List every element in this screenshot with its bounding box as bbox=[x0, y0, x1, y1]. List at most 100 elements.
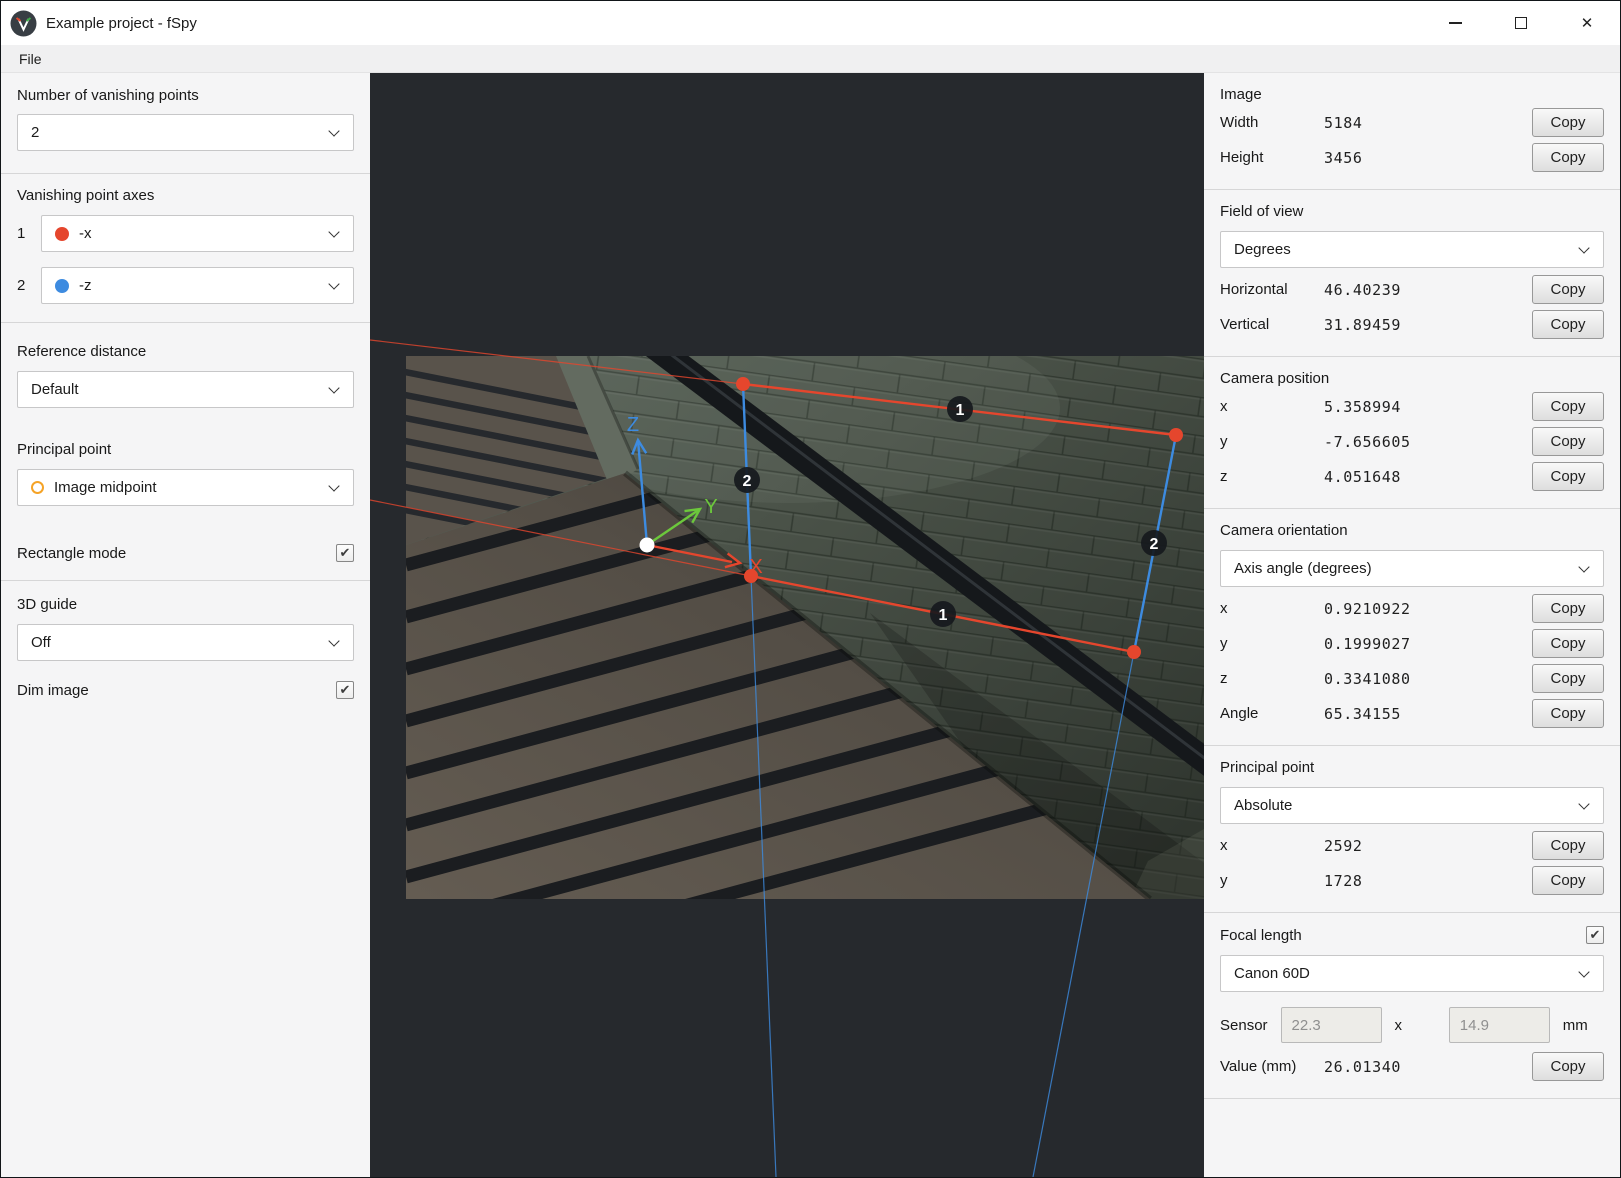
camera-orientation-title: Camera orientation bbox=[1220, 522, 1348, 539]
focal-value-label: Value (mm) bbox=[1220, 1058, 1297, 1075]
copy-position-x-button[interactable]: Copy bbox=[1532, 392, 1604, 421]
focal-length-checkbox[interactable]: ✔ bbox=[1586, 926, 1604, 944]
copy-orientation-x-button[interactable]: Copy bbox=[1532, 594, 1604, 623]
z-label: z bbox=[1220, 468, 1228, 485]
vanishing-points-select[interactable]: 2 bbox=[17, 114, 354, 151]
vp2-badge-right[interactable]: 2 bbox=[1141, 530, 1167, 556]
chevron-down-icon bbox=[1578, 966, 1590, 978]
principal-point-ring-icon bbox=[31, 481, 44, 494]
maximize-button[interactable] bbox=[1488, 1, 1554, 45]
origin-handle[interactable] bbox=[639, 537, 655, 553]
copy-orientation-z-button[interactable]: Copy bbox=[1532, 664, 1604, 693]
control-point-top-left[interactable] bbox=[736, 377, 750, 391]
horizontal-label: Horizontal bbox=[1220, 281, 1288, 298]
image-height-row: Height 3456 Copy bbox=[1204, 140, 1620, 175]
sensor-separator: x bbox=[1394, 1016, 1403, 1034]
minimize-button[interactable] bbox=[1422, 1, 1488, 45]
principal-point-y-row: y 1728 Copy bbox=[1204, 863, 1620, 898]
svg-text:2: 2 bbox=[1150, 536, 1159, 553]
close-button[interactable]: ✕ bbox=[1554, 1, 1620, 45]
3d-guide-value: Off bbox=[31, 634, 51, 651]
height-value: 3456 bbox=[1324, 148, 1363, 167]
width-value: 5184 bbox=[1324, 113, 1363, 132]
copy-horizontal-button[interactable]: Copy bbox=[1532, 275, 1604, 304]
principal-point-select[interactable]: Image midpoint bbox=[17, 469, 354, 506]
orientation-mode-select[interactable]: Axis angle (degrees) bbox=[1220, 550, 1604, 587]
control-point-top-right[interactable] bbox=[1169, 428, 1183, 442]
vanishing-points-label: Number of vanishing points bbox=[17, 87, 199, 104]
horizontal-value: 46.40239 bbox=[1324, 280, 1402, 299]
svg-text:1: 1 bbox=[956, 402, 965, 419]
check-icon: ✔ bbox=[339, 682, 351, 697]
fov-unit-value: Degrees bbox=[1234, 241, 1291, 258]
principal-point-mode-select[interactable]: Absolute bbox=[1220, 787, 1604, 824]
axis-index: 1 bbox=[17, 225, 26, 242]
copy-height-button[interactable]: Copy bbox=[1532, 143, 1604, 172]
copy-width-button[interactable]: Copy bbox=[1532, 108, 1604, 137]
control-point-bottom-left[interactable] bbox=[744, 569, 758, 583]
field-of-view-section: Field of view Degrees Horizontal 46.4023… bbox=[1204, 189, 1620, 356]
3d-guide-select[interactable]: Off bbox=[17, 624, 354, 661]
divider bbox=[1, 322, 370, 323]
vp2-badge-left[interactable]: 2 bbox=[734, 467, 760, 493]
camera-position-title: Camera position bbox=[1220, 370, 1330, 387]
vp1-badge-bottom[interactable]: 1 bbox=[930, 601, 956, 627]
height-label: Height bbox=[1220, 149, 1264, 166]
camera-orientation-section: Camera orientation Axis angle (degrees) … bbox=[1204, 508, 1620, 745]
copy-angle-button[interactable]: Copy bbox=[1532, 699, 1604, 728]
copy-pp-y-button[interactable]: Copy bbox=[1532, 866, 1604, 895]
camera-model-select[interactable]: Canon 60D bbox=[1220, 955, 1604, 992]
camera-model-value: Canon 60D bbox=[1234, 965, 1310, 982]
image-viewport[interactable]: Z Y X 1 2 1 2 bbox=[370, 73, 1204, 1177]
camera-position-x-row: x 5.358994 Copy bbox=[1204, 389, 1620, 424]
z-axis-label: Z bbox=[627, 414, 639, 436]
axis-row-1: 1 -x bbox=[17, 215, 354, 252]
x-label: x bbox=[1220, 600, 1228, 617]
reference-distance-select[interactable]: Default bbox=[17, 371, 354, 408]
copy-orientation-y-button[interactable]: Copy bbox=[1532, 629, 1604, 658]
svg-text:2: 2 bbox=[743, 473, 752, 490]
reference-distance-label: Reference distance bbox=[17, 343, 147, 360]
z-label: z bbox=[1220, 670, 1228, 687]
rectangle-mode-label: Rectangle mode bbox=[17, 544, 127, 562]
y-value: 1728 bbox=[1324, 871, 1363, 890]
rectangle-mode-checkbox[interactable]: ✔ bbox=[336, 544, 354, 562]
vp1-badge-top[interactable]: 1 bbox=[947, 396, 973, 422]
copy-pp-x-button[interactable]: Copy bbox=[1532, 831, 1604, 860]
maximize-icon bbox=[1515, 17, 1527, 29]
focal-length-section: Focal length ✔ Canon 60D Sensor x mm bbox=[1204, 912, 1620, 1098]
vanishing-points-value: 2 bbox=[31, 124, 40, 141]
copy-position-z-button[interactable]: Copy bbox=[1532, 462, 1604, 491]
dim-image-label: Dim image bbox=[17, 681, 89, 699]
sensor-unit: mm bbox=[1562, 1016, 1588, 1034]
axis-1-select[interactable]: -x bbox=[41, 215, 354, 252]
menu-file[interactable]: File bbox=[11, 48, 50, 70]
copy-focal-length-button[interactable]: Copy bbox=[1532, 1052, 1604, 1081]
chevron-down-icon bbox=[328, 382, 340, 394]
fov-section-title: Field of view bbox=[1220, 203, 1304, 220]
fov-horizontal-row: Horizontal 46.40239 Copy bbox=[1204, 272, 1620, 307]
orientation-angle-row: Angle 65.34155 Copy bbox=[1204, 696, 1620, 731]
principal-point-title: Principal point bbox=[1220, 759, 1315, 776]
reference-distance-value: Default bbox=[31, 381, 79, 398]
copy-vertical-button[interactable]: Copy bbox=[1532, 310, 1604, 339]
copy-position-y-button[interactable]: Copy bbox=[1532, 427, 1604, 456]
angle-label: Angle bbox=[1220, 705, 1259, 722]
chevron-down-icon bbox=[1578, 798, 1590, 810]
focal-length-title: Focal length bbox=[1220, 926, 1302, 944]
axis-index: 2 bbox=[17, 277, 26, 294]
y-label: y bbox=[1220, 433, 1228, 450]
fov-unit-select[interactable]: Degrees bbox=[1220, 231, 1604, 268]
dim-image-checkbox[interactable]: ✔ bbox=[336, 681, 354, 699]
sensor-width-input bbox=[1280, 1007, 1382, 1043]
orientation-y-row: y 0.1999027 Copy bbox=[1204, 626, 1620, 661]
fov-vertical-row: Vertical 31.89459 Copy bbox=[1204, 307, 1620, 342]
camera-position-section: Camera position x 5.358994 Copy y -7.656… bbox=[1204, 356, 1620, 508]
focal-value: 26.01340 bbox=[1324, 1057, 1402, 1076]
camera-position-z-row: z 4.051648 Copy bbox=[1204, 459, 1620, 494]
orientation-z-row: z 0.3341080 Copy bbox=[1204, 661, 1620, 696]
x-label: x bbox=[1220, 398, 1228, 415]
control-point-bottom-right[interactable] bbox=[1127, 645, 1141, 659]
axis-2-select[interactable]: -z bbox=[41, 267, 354, 304]
chevron-down-icon bbox=[1578, 561, 1590, 573]
